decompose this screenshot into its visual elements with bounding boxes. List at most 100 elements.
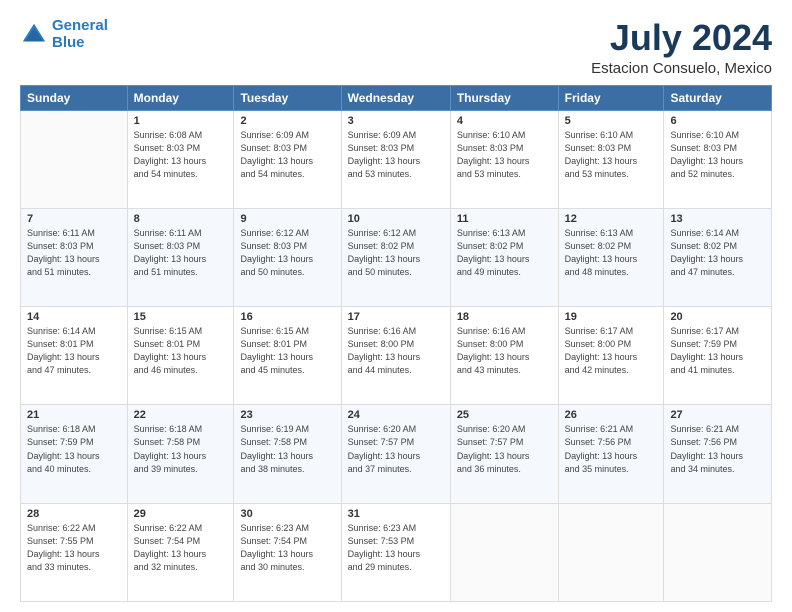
day-info: Sunrise: 6:10 AM Sunset: 8:03 PM Dayligh… bbox=[670, 129, 765, 181]
calendar-cell: 24 Sunrise: 6:20 AM Sunset: 7:57 PM Dayli… bbox=[341, 405, 450, 503]
day-info: Sunrise: 6:17 AM Sunset: 7:59 PM Dayligh… bbox=[670, 325, 765, 377]
logo-icon bbox=[20, 21, 48, 49]
calendar-cell: 8 Sunrise: 6:11 AM Sunset: 8:03 PM Daylig… bbox=[127, 208, 234, 306]
day-info: Sunrise: 6:19 AM Sunset: 7:58 PM Dayligh… bbox=[240, 423, 334, 475]
calendar-cell: 22 Sunrise: 6:18 AM Sunset: 7:58 PM Dayli… bbox=[127, 405, 234, 503]
day-info: Sunrise: 6:09 AM Sunset: 8:03 PM Dayligh… bbox=[348, 129, 444, 181]
day-number: 29 bbox=[134, 508, 228, 520]
weekday-header: Tuesday bbox=[234, 85, 341, 110]
day-number: 2 bbox=[240, 115, 334, 127]
day-info: Sunrise: 6:21 AM Sunset: 7:56 PM Dayligh… bbox=[565, 423, 658, 475]
day-info: Sunrise: 6:15 AM Sunset: 8:01 PM Dayligh… bbox=[134, 325, 228, 377]
day-number: 7 bbox=[27, 213, 121, 225]
calendar-cell: 30 Sunrise: 6:23 AM Sunset: 7:54 PM Dayli… bbox=[234, 503, 341, 601]
calendar-cell: 29 Sunrise: 6:22 AM Sunset: 7:54 PM Dayli… bbox=[127, 503, 234, 601]
calendar-cell: 20 Sunrise: 6:17 AM Sunset: 7:59 PM Dayli… bbox=[664, 307, 772, 405]
day-number: 24 bbox=[348, 409, 444, 421]
title-block: July 2024 Estacion Consuelo, Mexico bbox=[591, 18, 772, 77]
calendar-cell: 11Sunrise: 6:13 AM Sunset: 8:02 PM Dayli… bbox=[450, 208, 558, 306]
calendar-cell: 1Sunrise: 6:08 AM Sunset: 8:03 PM Daylig… bbox=[127, 110, 234, 208]
calendar-cell bbox=[558, 503, 664, 601]
day-number: 25 bbox=[457, 409, 552, 421]
logo-general: General bbox=[52, 17, 108, 34]
calendar-header-row: SundayMondayTuesdayWednesdayThursdayFrid… bbox=[21, 85, 772, 110]
day-number: 13 bbox=[670, 213, 765, 225]
calendar-cell: 26Sunrise: 6:21 AM Sunset: 7:56 PM Dayli… bbox=[558, 405, 664, 503]
day-info: Sunrise: 6:18 AM Sunset: 7:58 PM Dayligh… bbox=[134, 423, 228, 475]
day-info: Sunrise: 6:20 AM Sunset: 7:57 PM Dayligh… bbox=[348, 423, 444, 475]
day-info: Sunrise: 6:12 AM Sunset: 8:02 PM Dayligh… bbox=[348, 227, 444, 279]
day-number: 20 bbox=[670, 311, 765, 323]
calendar-week-row: 7 Sunrise: 6:11 AM Sunset: 8:03 PM Daylig… bbox=[21, 208, 772, 306]
day-number: 30 bbox=[240, 508, 334, 520]
day-number: 11 bbox=[457, 213, 552, 225]
day-info: Sunrise: 6:11 AM Sunset: 8:03 PM Dayligh… bbox=[27, 227, 121, 279]
calendar-cell: 19Sunrise: 6:17 AM Sunset: 8:00 PM Dayli… bbox=[558, 307, 664, 405]
day-number: 21 bbox=[27, 409, 121, 421]
weekday-header: Sunday bbox=[21, 85, 128, 110]
day-info: Sunrise: 6:12 AM Sunset: 8:03 PM Dayligh… bbox=[240, 227, 334, 279]
calendar-cell: 17Sunrise: 6:16 AM Sunset: 8:00 PM Dayli… bbox=[341, 307, 450, 405]
calendar-week-row: 21 Sunrise: 6:18 AM Sunset: 7:59 PM Dayli… bbox=[21, 405, 772, 503]
calendar-week-row: 1Sunrise: 6:08 AM Sunset: 8:03 PM Daylig… bbox=[21, 110, 772, 208]
logo-text: General Blue bbox=[52, 18, 108, 51]
calendar-cell: 25 Sunrise: 6:20 AM Sunset: 7:57 PM Dayli… bbox=[450, 405, 558, 503]
day-number: 5 bbox=[565, 115, 658, 127]
day-number: 16 bbox=[240, 311, 334, 323]
day-info: Sunrise: 6:21 AM Sunset: 7:56 PM Dayligh… bbox=[670, 423, 765, 475]
weekday-header: Monday bbox=[127, 85, 234, 110]
weekday-header: Wednesday bbox=[341, 85, 450, 110]
day-number: 9 bbox=[240, 213, 334, 225]
day-info: Sunrise: 6:16 AM Sunset: 8:00 PM Dayligh… bbox=[457, 325, 552, 377]
day-info: Sunrise: 6:14 AM Sunset: 8:02 PM Dayligh… bbox=[670, 227, 765, 279]
day-number: 8 bbox=[134, 213, 228, 225]
day-info: Sunrise: 6:11 AM Sunset: 8:03 PM Dayligh… bbox=[134, 227, 228, 279]
calendar-cell: 7 Sunrise: 6:11 AM Sunset: 8:03 PM Daylig… bbox=[21, 208, 128, 306]
calendar-cell: 3 Sunrise: 6:09 AM Sunset: 8:03 PM Daylig… bbox=[341, 110, 450, 208]
header: General Blue July 2024 Estacion Consuelo… bbox=[20, 18, 772, 77]
calendar-cell: 13 Sunrise: 6:14 AM Sunset: 8:02 PM Dayli… bbox=[664, 208, 772, 306]
day-info: Sunrise: 6:14 AM Sunset: 8:01 PM Dayligh… bbox=[27, 325, 121, 377]
day-number: 14 bbox=[27, 311, 121, 323]
month-year: July 2024 bbox=[591, 18, 772, 58]
calendar-cell: 18 Sunrise: 6:16 AM Sunset: 8:00 PM Dayli… bbox=[450, 307, 558, 405]
calendar-cell bbox=[450, 503, 558, 601]
day-number: 18 bbox=[457, 311, 552, 323]
location: Estacion Consuelo, Mexico bbox=[591, 60, 772, 77]
calendar-cell: 5 Sunrise: 6:10 AM Sunset: 8:03 PM Daylig… bbox=[558, 110, 664, 208]
calendar-cell: 12 Sunrise: 6:13 AM Sunset: 8:02 PM Dayli… bbox=[558, 208, 664, 306]
day-number: 6 bbox=[670, 115, 765, 127]
calendar-cell: 9 Sunrise: 6:12 AM Sunset: 8:03 PM Daylig… bbox=[234, 208, 341, 306]
day-info: Sunrise: 6:20 AM Sunset: 7:57 PM Dayligh… bbox=[457, 423, 552, 475]
day-number: 4 bbox=[457, 115, 552, 127]
day-number: 19 bbox=[565, 311, 658, 323]
day-info: Sunrise: 6:23 AM Sunset: 7:54 PM Dayligh… bbox=[240, 522, 334, 574]
calendar-cell bbox=[21, 110, 128, 208]
day-number: 3 bbox=[348, 115, 444, 127]
day-info: Sunrise: 6:13 AM Sunset: 8:02 PM Dayligh… bbox=[565, 227, 658, 279]
calendar-cell: 31 Sunrise: 6:23 AM Sunset: 7:53 PM Dayli… bbox=[341, 503, 450, 601]
day-number: 31 bbox=[348, 508, 444, 520]
calendar-cell: 16Sunrise: 6:15 AM Sunset: 8:01 PM Dayli… bbox=[234, 307, 341, 405]
day-info: Sunrise: 6:22 AM Sunset: 7:54 PM Dayligh… bbox=[134, 522, 228, 574]
day-number: 10 bbox=[348, 213, 444, 225]
calendar-cell: 2Sunrise: 6:09 AM Sunset: 8:03 PM Daylig… bbox=[234, 110, 341, 208]
calendar-cell: 10 Sunrise: 6:12 AM Sunset: 8:02 PM Dayli… bbox=[341, 208, 450, 306]
weekday-header: Thursday bbox=[450, 85, 558, 110]
calendar-cell: 28Sunrise: 6:22 AM Sunset: 7:55 PM Dayli… bbox=[21, 503, 128, 601]
day-number: 22 bbox=[134, 409, 228, 421]
weekday-header: Saturday bbox=[664, 85, 772, 110]
calendar-cell: 21 Sunrise: 6:18 AM Sunset: 7:59 PM Dayli… bbox=[21, 405, 128, 503]
calendar-cell: 14 Sunrise: 6:14 AM Sunset: 8:01 PM Dayli… bbox=[21, 307, 128, 405]
weekday-header: Friday bbox=[558, 85, 664, 110]
day-number: 27 bbox=[670, 409, 765, 421]
day-number: 17 bbox=[348, 311, 444, 323]
day-number: 15 bbox=[134, 311, 228, 323]
calendar-cell: 15 Sunrise: 6:15 AM Sunset: 8:01 PM Dayli… bbox=[127, 307, 234, 405]
day-info: Sunrise: 6:23 AM Sunset: 7:53 PM Dayligh… bbox=[348, 522, 444, 574]
day-info: Sunrise: 6:18 AM Sunset: 7:59 PM Dayligh… bbox=[27, 423, 121, 475]
day-info: Sunrise: 6:10 AM Sunset: 8:03 PM Dayligh… bbox=[565, 129, 658, 181]
day-number: 12 bbox=[565, 213, 658, 225]
calendar: SundayMondayTuesdayWednesdayThursdayFrid… bbox=[20, 85, 772, 602]
logo: General Blue bbox=[20, 18, 108, 51]
